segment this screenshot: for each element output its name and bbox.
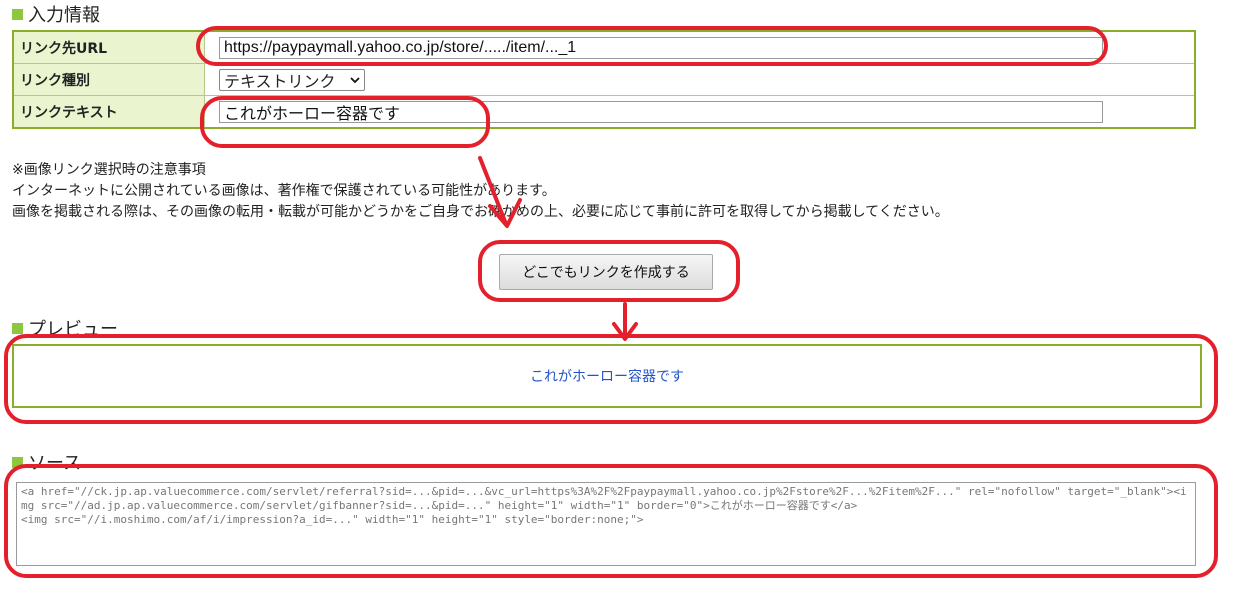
link-type-selected: テキストリンク (224, 71, 336, 91)
link-url-label: リンク先URL (12, 30, 205, 64)
link-text-input[interactable]: これがホーロー容器です (219, 100, 1103, 123)
input-form-table: リンク先URL https://paypaymall.yahoo.co.jp/s… (12, 30, 1196, 129)
preview-box: これがホーロー容器です (12, 344, 1202, 408)
create-link-button[interactable]: どこでもリンクを作成する (499, 254, 713, 290)
green-square-icon (12, 456, 23, 468)
arrow-head-icon (612, 322, 638, 341)
preview-link[interactable]: これがホーロー容器です (530, 366, 684, 386)
notes-line-2: インターネットに公開されている画像は、著作権で保護されている可能性があります。 (12, 183, 556, 199)
preview-section-title: プレビュー (12, 316, 118, 340)
notes-line-3: 画像を掲載される際は、その画像の転用・転載が可能かどうかをご自身でお確かめの上、… (12, 204, 949, 220)
source-code-textarea[interactable]: <a href="//ck.jp.ap.valuecommerce.com/se… (16, 482, 1196, 566)
link-url-input[interactable]: https://paypaymall.yahoo.co.jp/store/...… (219, 36, 1103, 59)
green-square-icon (12, 8, 23, 20)
source-section-title: ソース (12, 450, 81, 474)
notes-line-1: ※画像リンク選択時の注意事項 (12, 162, 206, 178)
link-text-label: リンクテキスト (12, 95, 205, 129)
green-square-icon (12, 322, 23, 334)
image-link-notes: ※画像リンク選択時の注意事項 インターネットに公開されている画像は、著作権で保護… (12, 160, 949, 223)
link-type-select[interactable]: テキストリンク (219, 68, 365, 91)
link-type-label: リンク種別 (12, 63, 205, 96)
input-section-title: 入力情報 (12, 2, 100, 26)
chevron-down-icon (350, 76, 360, 83)
